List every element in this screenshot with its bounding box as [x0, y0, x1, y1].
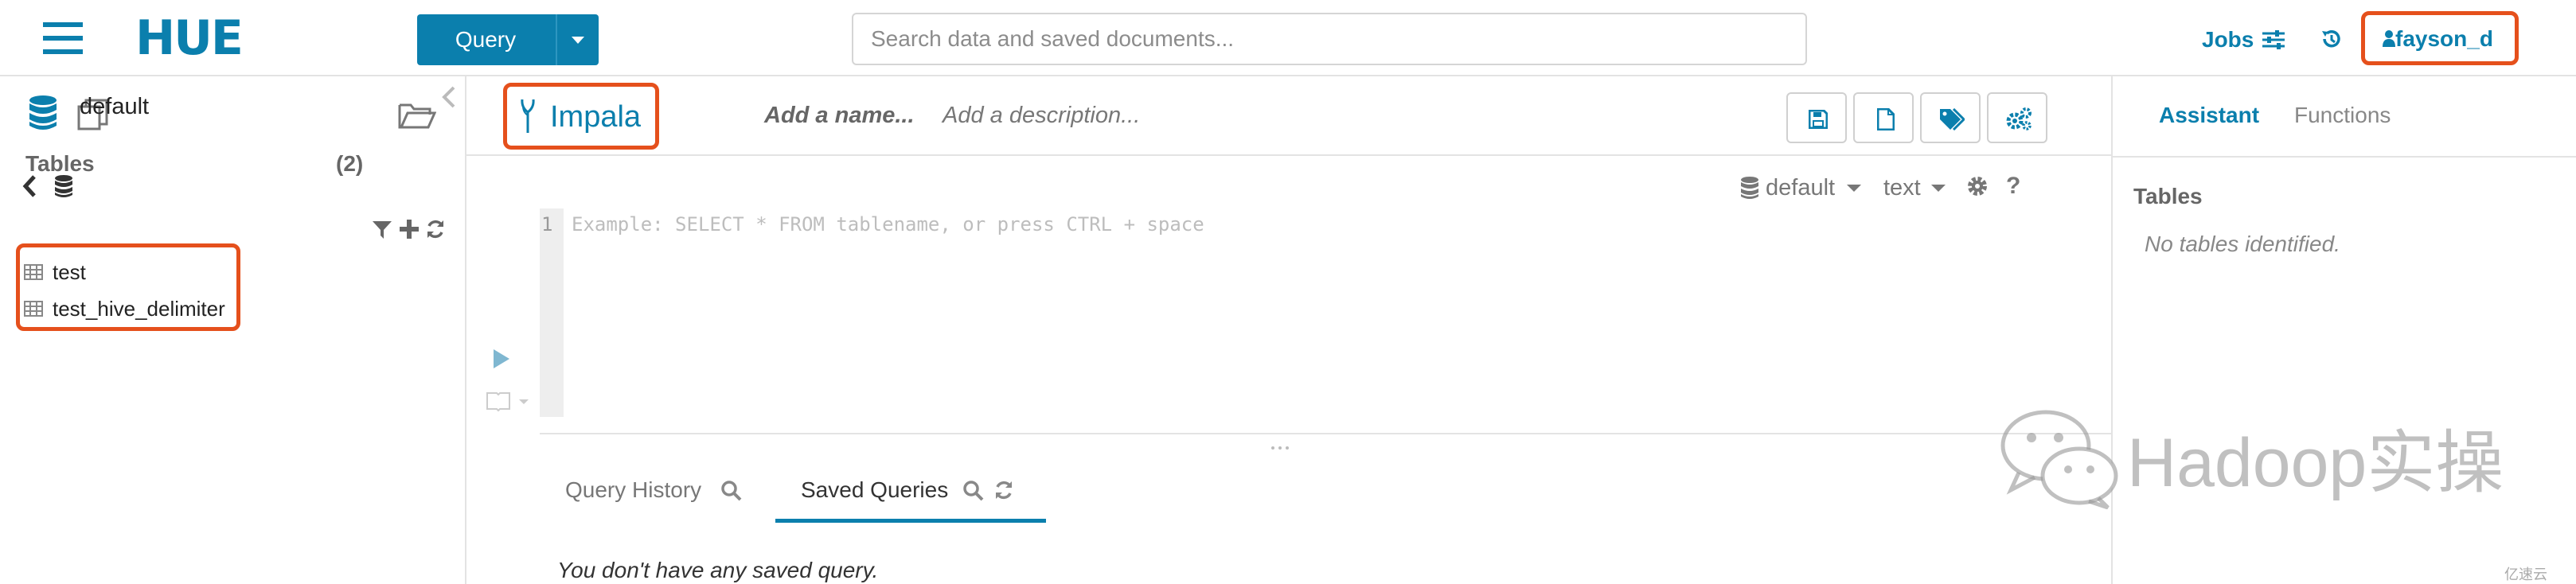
hue-logo[interactable]: HUE — [135, 14, 244, 62]
snippet-menu-icon[interactable] — [486, 390, 533, 412]
resize-handle-icon[interactable] — [1270, 446, 1290, 450]
format-select-value: text — [1883, 175, 1921, 201]
query-button[interactable]: Query — [417, 14, 599, 65]
line-number: 1 — [541, 213, 553, 236]
current-database-label[interactable]: default — [80, 94, 149, 119]
tab-functions[interactable]: Functions — [2294, 102, 2391, 129]
impala-logo-icon — [518, 98, 537, 133]
logo-text: HUE — [135, 10, 244, 66]
file-icon — [1877, 108, 1895, 130]
watermark-text: Hadoop实操 — [2127, 425, 2504, 501]
hamburger-menu-icon[interactable] — [43, 21, 83, 56]
chevron-down-icon[interactable] — [1847, 183, 1861, 193]
tab-saved-queries[interactable]: Saved Queries — [801, 474, 948, 506]
database-small-icon — [54, 175, 73, 197]
tab-query-history-label: Query History — [565, 477, 702, 502]
user-icon — [2383, 29, 2395, 47]
database-select-icon — [1740, 177, 1759, 199]
sql-editor-input[interactable]: Example: SELECT * FROM tablename, or pre… — [572, 212, 1204, 237]
tables-count: (2) — [336, 151, 364, 176]
editor-gutter — [540, 208, 564, 417]
tables-highlight-box — [16, 243, 240, 331]
folder-open-icon[interactable] — [398, 99, 436, 130]
chevron-down-icon[interactable] — [556, 14, 599, 65]
jobs-label: Jobs — [2202, 27, 2254, 52]
filter-icon[interactable] — [373, 220, 392, 240]
tab-saved-queries-label: Saved Queries — [801, 477, 949, 502]
save-button[interactable] — [1786, 92, 1847, 143]
tab-query-history[interactable]: Query History — [565, 474, 701, 506]
save-icon — [1809, 110, 1828, 129]
run-query-icon[interactable] — [492, 348, 511, 369]
right-assist-panel — [2111, 76, 2576, 584]
plus-icon[interactable] — [400, 220, 419, 239]
back-chevron-icon[interactable] — [22, 175, 37, 197]
top-navbar: HUE Query Jobs — [0, 0, 2576, 76]
gear-icon[interactable] — [1966, 175, 1989, 197]
no-tables-message: No tables identified. — [2145, 232, 2340, 256]
watermark-corner-text: 亿速云 — [2504, 566, 2547, 582]
gears-icon — [2004, 107, 2033, 132]
refresh-icon[interactable] — [425, 219, 446, 239]
right-panel-divider — [2111, 156, 2576, 158]
empty-saved-queries-message: You don't have any saved query. — [557, 558, 879, 582]
active-tab-indicator — [775, 519, 1046, 523]
search-icon[interactable] — [963, 481, 984, 501]
history-icon[interactable] — [2320, 27, 2344, 51]
settings-button[interactable] — [1987, 92, 2047, 143]
user-name: fayson_d — [2395, 26, 2493, 51]
interpreter-highlight-box: Impala — [503, 83, 659, 150]
chevron-down-icon[interactable] — [1931, 183, 1946, 193]
query-name-field[interactable]: Add a name... — [764, 102, 915, 129]
right-tables-heading: Tables — [2133, 184, 2203, 208]
database-select[interactable]: default — [1766, 172, 1835, 204]
new-document-button[interactable] — [1853, 92, 1914, 143]
jobs-button[interactable]: Jobs — [2202, 24, 2254, 56]
sliders-icon[interactable] — [2262, 30, 2285, 49]
tables-heading: Tables — [25, 151, 95, 176]
help-icon[interactable]: ? — [2006, 173, 2022, 199]
query-button-label: Query — [455, 27, 517, 52]
query-description-field[interactable]: Add a description... — [943, 102, 1140, 129]
collapse-panel-chevron-icon[interactable] — [441, 86, 457, 108]
search-icon[interactable] — [721, 481, 742, 501]
editor-divider — [540, 433, 2111, 434]
user-menu[interactable]: fayson_d — [2361, 11, 2519, 65]
tab-assistant[interactable]: Assistant — [2159, 102, 2259, 129]
tags-icon — [1939, 108, 1965, 130]
refresh-icon[interactable] — [993, 480, 1014, 500]
interpreter-label[interactable]: Impala — [550, 99, 641, 134]
search-input[interactable] — [852, 13, 1807, 65]
database-select-value: default — [1766, 175, 1836, 201]
format-select[interactable]: text — [1883, 172, 1921, 204]
wechat-logo-icon — [2000, 407, 2119, 509]
database-icon[interactable] — [29, 95, 57, 130]
tags-button[interactable] — [1920, 92, 1981, 143]
